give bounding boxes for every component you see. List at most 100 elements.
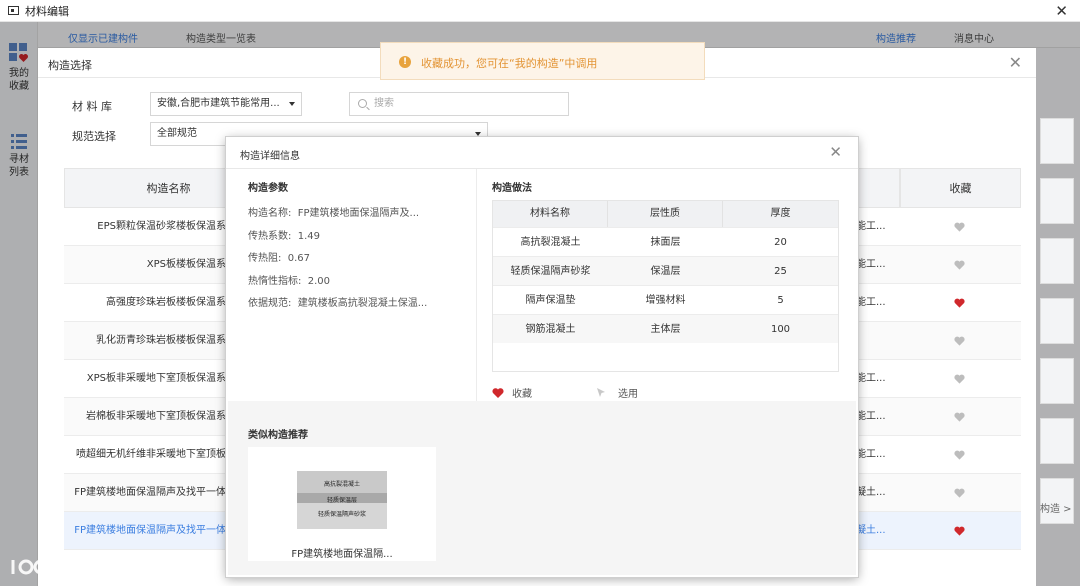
heart-icon[interactable] (954, 260, 965, 270)
heart-icon[interactable] (954, 412, 965, 422)
search-input[interactable]: 搜索 (349, 92, 569, 116)
row-name: EPS颗粒保温砂浆楼板保温系统 (97, 221, 236, 232)
select-label: 选用 (618, 389, 638, 400)
method-title: 构造做法 (492, 183, 532, 194)
materials-table: 材料名称 层性质 厚度 高抗裂混凝土 抹面层 20 轻质保温隔声砂浆 保温层 25 隔声保温… (492, 200, 839, 372)
params-title: 构造参数 (248, 183, 288, 194)
param-label: 依据规范: (248, 298, 292, 309)
row-name: 喷超细无机纤维非采暖地下室顶板保 (76, 449, 236, 460)
spec-value: 全部规范 (157, 128, 197, 139)
heart-icon[interactable] (954, 488, 965, 498)
param-row: 传热系数: 1.49 (248, 227, 320, 242)
material-row: 高抗裂混凝土 抹面层 20 (493, 227, 838, 256)
material-row: 隔声保温垫 增强材料 5 (493, 285, 838, 314)
row-name: 乳化沥青珍珠岩板楼板保温系统 (96, 335, 236, 346)
heart-filled-icon[interactable] (954, 298, 965, 308)
dialog-close-icon[interactable]: ✕ (1009, 53, 1022, 72)
param-value: 2.00 (307, 275, 330, 287)
material-thickness: 100 (770, 324, 791, 335)
side-card (1040, 298, 1074, 344)
material-row: 轻质保温隔声砂浆 保温层 25 (493, 256, 838, 285)
divider (476, 169, 477, 401)
heart-icon[interactable] (954, 450, 965, 460)
side-card (1040, 178, 1074, 224)
library-value: 安徽,合肥市建筑节能常用... (157, 98, 280, 109)
param-value: 0.67 (287, 253, 310, 264)
material-thickness: 20 (774, 237, 787, 248)
window-close-icon[interactable]: ✕ (1055, 2, 1068, 20)
param-label: 传热系数: (248, 230, 292, 242)
select-button[interactable]: 选用 (596, 385, 638, 400)
param-label: 传热阻: (248, 253, 282, 264)
row-standard: 能工... (856, 373, 886, 384)
row-name: XPS板楼板保温系统 (146, 259, 236, 270)
row-standard: 能工... (856, 221, 886, 232)
toast-text: 收藏成功，您可在“我的构造”中调用 (421, 57, 598, 70)
heart-icon[interactable] (954, 222, 965, 232)
heart-icon[interactable] (954, 374, 965, 384)
row-name: 高强度珍珠岩板楼板保温系统 (106, 297, 236, 308)
side-card (1040, 418, 1074, 464)
side-card (1040, 238, 1074, 284)
row-name: FP建筑楼地面保温隔声及找平一体化 (74, 525, 236, 536)
window-title: 材料编辑 (25, 4, 69, 18)
param-label: 热惰性指标: (248, 275, 302, 287)
library-label: 材 料 库 (72, 100, 112, 113)
library-select[interactable]: 安徽,合肥市建筑节能常用... (150, 92, 302, 116)
param-row: 热惰性指标: 2.00 (248, 272, 330, 287)
app-icon (8, 6, 19, 15)
row-name: FP建筑楼地面保温隔声及找平一体化 (74, 487, 236, 498)
param-value: FP建筑楼地面保温隔声及... (297, 208, 420, 219)
param-label: 构造名称: (248, 208, 292, 219)
heart-filled-icon[interactable] (954, 526, 965, 536)
row-standard: 凝土... (856, 487, 886, 498)
row-standard: 能工... (856, 259, 886, 270)
thumb-layer-label: 轻质保温隔声砂浆 (317, 511, 366, 518)
heart-icon (492, 388, 504, 398)
chevron-down-icon (475, 132, 481, 136)
detail-title: 构造详细信息 (240, 151, 300, 162)
column-header-fav: 收藏 (900, 168, 1021, 208)
row-standard: 能工... (856, 297, 886, 308)
heart-icon[interactable] (954, 336, 965, 346)
search-icon (358, 99, 367, 108)
watermark-text: 大数跨境 (52, 556, 140, 580)
cursor-icon (597, 388, 605, 397)
material-row: 钢筋混凝土 主体层 100 (493, 314, 838, 343)
favorite-label: 收藏 (512, 389, 532, 400)
detail-close-icon[interactable]: ✕ (829, 143, 842, 161)
watermark: 大数跨境 (10, 552, 140, 582)
material-name: 轻质保温隔声砂浆 (510, 266, 591, 277)
material-name: 钢筋混凝土 (525, 324, 576, 335)
similar-card[interactable]: 高抗裂混凝土 轻质保温层 轻质保温隔声砂浆 FP建筑楼地面保温隔... (248, 447, 436, 561)
warning-icon: ! (399, 56, 411, 68)
layer-thumbnail: 高抗裂混凝土 轻质保温层 轻质保温隔声砂浆 (297, 471, 387, 529)
thumb-layer-label: 轻质保温层 (326, 497, 357, 504)
row-name: 岩棉板非采暖地下室顶板保温系统 (86, 411, 236, 422)
material-property: 保温层 (650, 266, 681, 277)
param-value: 1.49 (297, 230, 320, 242)
material-name: 高抗裂混凝土 (520, 237, 581, 248)
favorite-button[interactable]: 收藏 (492, 385, 532, 400)
param-row: 构造名称: FP建筑楼地面保温隔声及... (248, 204, 419, 219)
param-value: 建筑楼板高抗裂混凝土保温... (297, 298, 428, 309)
param-row: 传热阻: 0.67 (248, 249, 310, 264)
row-name: XPS板非采暖地下室顶板保温系统 (86, 373, 236, 384)
success-toast: ! 收藏成功，您可在“我的构造”中调用 (380, 42, 705, 80)
material-property: 抹面层 (650, 237, 681, 248)
similar-title: 类似构造推荐 (248, 430, 308, 441)
spec-label: 规范选择 (72, 130, 116, 143)
construction-detail-dialog: 构造详细信息 ✕ 构造参数 构造名称: FP建筑楼地面保温隔声及... 传热系数:… (226, 137, 858, 577)
side-card (1040, 118, 1074, 164)
mat-col-name: 材料名称 (493, 201, 608, 227)
material-thickness: 5 (777, 295, 784, 306)
dialog-title: 构造选择 (48, 59, 92, 72)
row-standard: 能工... (856, 449, 886, 460)
material-thickness: 25 (774, 266, 787, 277)
side-card (1040, 358, 1074, 404)
mat-col-prop: 层性质 (608, 201, 723, 227)
logo-icon (11, 559, 49, 575)
more-link[interactable]: 构造 > (1040, 500, 1072, 515)
chevron-down-icon (289, 102, 295, 106)
row-standard: 能工... (856, 411, 886, 422)
